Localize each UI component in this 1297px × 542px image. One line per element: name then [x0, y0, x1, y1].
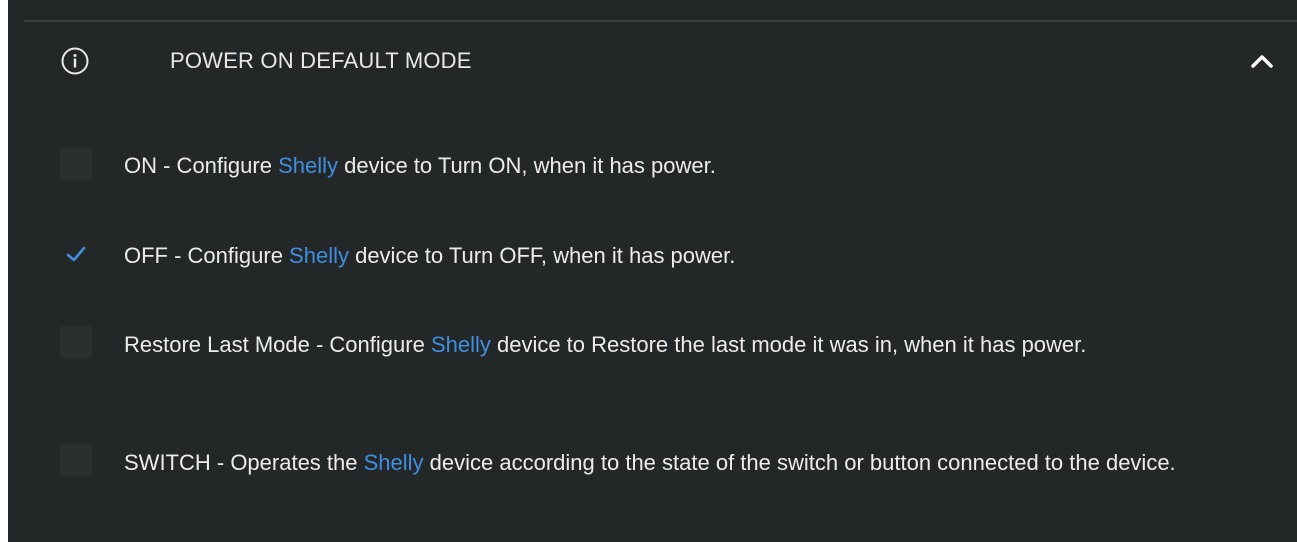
brand-link: Shelly	[289, 243, 349, 268]
option-restore-checkbox[interactable]	[60, 326, 92, 358]
power-on-default-mode-panel: POWER ON DEFAULT MODE ON - Configure She…	[8, 0, 1297, 542]
option-switch-checkbox[interactable]	[60, 444, 92, 476]
chevron-up-icon[interactable]	[1245, 46, 1279, 76]
brand-link: Shelly	[430, 332, 491, 357]
option-off-label: OFF - Configure Shelly device to Turn OF…	[124, 243, 1257, 269]
brand-link: Shelly	[278, 153, 338, 178]
option-on-label: ON - Configure Shelly device to Turn ON,…	[124, 153, 1257, 179]
divider	[24, 20, 1297, 22]
option-restore-suffix: device to Restore the last mode it was i…	[490, 332, 1087, 357]
option-off-prefix: OFF - Configure	[124, 243, 290, 268]
option-on-checkbox[interactable]	[60, 148, 92, 180]
option-restore-prefix: Restore Last Mode - Configure	[124, 332, 431, 357]
option-switch-suffix: device according to the state of the swi…	[423, 450, 1176, 475]
option-switch-label: SWITCH - Operates the Shelly device acco…	[124, 450, 1257, 476]
option-on-prefix: ON - Configure	[124, 153, 279, 178]
brand-link: Shelly	[363, 450, 424, 475]
option-off-suffix: device to Turn OFF, when it has power.	[348, 243, 736, 268]
section-header[interactable]: POWER ON DEFAULT MODE	[8, 32, 1297, 94]
section-title: POWER ON DEFAULT MODE	[170, 48, 472, 73]
checkmark-icon	[66, 246, 86, 262]
option-switch-prefix: SWITCH - Operates the	[124, 450, 364, 475]
info-circle-icon[interactable]	[60, 46, 90, 76]
option-on-suffix: device to Turn ON, when it has power.	[337, 153, 716, 178]
option-restore-label: Restore Last Mode - Configure Shelly dev…	[124, 332, 1257, 358]
option-off-checkbox[interactable]	[60, 238, 92, 270]
